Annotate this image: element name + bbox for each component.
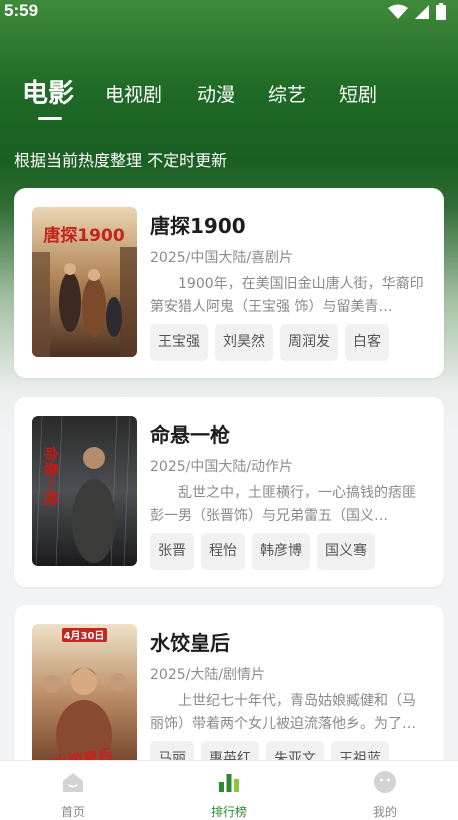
nav-home-label: 首页: [60, 805, 85, 819]
home-icon: [63, 773, 83, 792]
movie-meta: 2025/中国大陆/喜剧片: [150, 250, 294, 266]
movie-title: 水饺皇后: [150, 631, 230, 655]
cast-tag[interactable]: 周润发: [280, 324, 338, 361]
movie-card[interactable]: 命悬一枪 命悬一枪 2025/中国大陆/动作片 乱世之中，土匪横行，一心搞钱的痞…: [14, 397, 444, 587]
cast-tag[interactable]: 程怡: [201, 533, 245, 570]
movie-meta: 2025/大陆/剧情片: [150, 667, 266, 683]
cast-tag[interactable]: 王宝强: [150, 324, 208, 361]
profile-icon: [374, 771, 396, 793]
poster-date-text: 4月30日: [64, 630, 105, 642]
poster-title-text: 唐探1900: [43, 225, 124, 246]
nav-profile-label: 我的: [372, 805, 397, 819]
cast-tag[interactable]: 韩彦博: [252, 533, 310, 570]
cast-tags: 王宝强 刘昊然 周润发 白客: [150, 324, 389, 361]
tab-short-drama[interactable]: 短剧: [339, 80, 377, 107]
battery-icon: [436, 3, 446, 20]
status-time: 5:59: [4, 1, 39, 20]
cast-tags: 张晋 程怡 韩彦博 国义骞: [150, 533, 375, 570]
tab-movies[interactable]: 电影: [22, 73, 74, 110]
wifi-icon: [388, 4, 408, 19]
cast-tag[interactable]: 白客: [345, 324, 389, 361]
poster-image: 4月30日 水饺皇后: [32, 624, 137, 774]
movie-title: 唐探1900: [150, 214, 246, 238]
status-bar: 5:59: [0, 0, 458, 24]
nav-ranking[interactable]: 排行榜: [169, 761, 289, 820]
movie-description: 上世纪七十年代，青岛姑娘臧健和（马丽饰）带着两个女儿被迫流落他乡。为了…: [150, 693, 416, 732]
cast-tag[interactable]: 刘昊然: [215, 324, 273, 361]
status-icons: [388, 3, 446, 20]
nav-home[interactable]: 首页: [13, 761, 133, 820]
category-tabs: 电影 电视剧 动漫 综艺 短剧: [0, 70, 458, 120]
bottom-nav: 首页 排行榜 我的: [0, 760, 458, 820]
poster-title-text: 命悬一枪: [42, 445, 60, 506]
nav-profile[interactable]: 我的: [325, 761, 445, 820]
movie-card[interactable]: 唐探1900 唐探1900 2025/中国大陆/喜剧片 1900年，在美国旧金山…: [14, 188, 444, 378]
movie-poster: 4月30日 水饺皇后: [32, 624, 137, 774]
movie-meta: 2025/中国大陆/动作片: [150, 459, 294, 475]
movie-poster: 命悬一枪: [32, 416, 137, 566]
movie-title: 命悬一枪: [150, 423, 230, 447]
poster-image: 命悬一枪: [32, 416, 137, 566]
movie-description: 乱世之中，土匪横行，一心搞钱的痞匪彭一男（张晋饰）与兄弟雷五（国义…: [150, 485, 416, 524]
active-tab-indicator: [38, 117, 62, 120]
poster-image: 唐探1900: [32, 207, 137, 357]
cast-tag[interactable]: 张晋: [150, 533, 194, 570]
signal-icon: [415, 4, 429, 19]
tab-tv-series[interactable]: 电视剧: [105, 80, 162, 107]
list-subtitle: 根据当前热度整理 不定时更新: [14, 151, 228, 170]
ranking-screen: 5:59 电影 电视剧 动漫 综艺 短剧 根据当前热度整理 不定时更新 唐探19…: [0, 0, 458, 820]
cast-tag[interactable]: 国义骞: [317, 533, 375, 570]
movie-poster: 唐探1900: [32, 207, 137, 357]
tab-variety[interactable]: 综艺: [268, 80, 306, 107]
nav-ranking-label: 排行榜: [210, 805, 247, 819]
tab-anime[interactable]: 动漫: [197, 80, 235, 107]
movie-description: 1900年，在美国旧金山唐人街，华裔印第安猎人阿鬼（王宝强 饰）与留美青…: [150, 276, 424, 315]
chart-icon: [219, 774, 239, 792]
